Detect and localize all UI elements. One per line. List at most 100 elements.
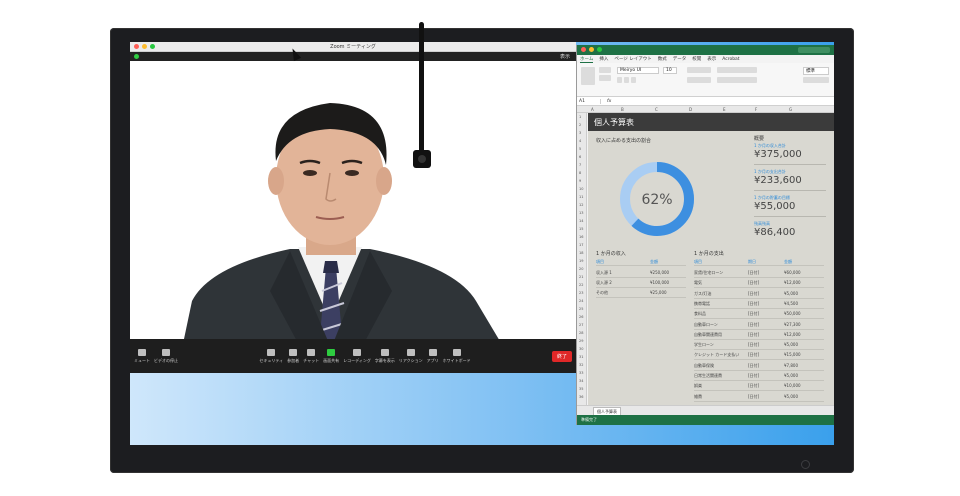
income-row-item[interactable]: 収入源 1 xyxy=(596,270,612,276)
row-header[interactable]: 5 xyxy=(579,147,581,151)
row-header[interactable]: 6 xyxy=(579,155,581,159)
excel-maximize-icon[interactable] xyxy=(597,47,602,52)
row-header[interactable]: 14 xyxy=(579,219,583,223)
column-header[interactable]: E xyxy=(723,107,726,112)
whiteboard-button[interactable]: ホワイトボード xyxy=(443,348,471,364)
expense-row-due[interactable]: [日付] xyxy=(748,342,759,348)
row-header[interactable]: 20 xyxy=(579,267,583,271)
column-header[interactable]: F xyxy=(755,107,757,112)
currency-format-icon[interactable] xyxy=(803,77,829,83)
income-row-item[interactable]: 収入源 2 xyxy=(596,280,612,286)
expense-row-amount[interactable]: ¥15,000 xyxy=(784,352,801,357)
income-row-amount[interactable]: ¥250,000 xyxy=(650,270,669,275)
italic-icon[interactable] xyxy=(624,77,629,83)
column-header[interactable]: C xyxy=(655,107,658,112)
row-header[interactable]: 8 xyxy=(579,171,581,175)
apps-button[interactable]: アプリ xyxy=(427,348,439,364)
expense-row-due[interactable]: [日付] xyxy=(748,394,759,400)
expense-row-amount[interactable]: ¥5,000 xyxy=(784,394,798,399)
view-menu-button[interactable]: 表示 xyxy=(560,53,570,60)
row-header[interactable]: 19 xyxy=(579,259,583,263)
row-header[interactable]: 2 xyxy=(579,123,581,127)
column-header[interactable]: A xyxy=(591,107,594,112)
share-screen-button[interactable]: 画面共有 xyxy=(323,348,339,364)
row-header[interactable]: 35 xyxy=(579,387,583,391)
name-box[interactable]: A1 xyxy=(577,98,601,104)
row-header[interactable]: 30 xyxy=(579,347,583,351)
expense-row-due[interactable]: [日付] xyxy=(748,270,759,276)
font-name-select[interactable]: Meiryo UI xyxy=(617,67,659,74)
row-header[interactable]: 4 xyxy=(579,139,581,143)
expense-row-item[interactable]: 自動車ローン xyxy=(694,322,718,328)
underline-icon[interactable] xyxy=(631,77,636,83)
row-header[interactable]: 34 xyxy=(579,379,583,383)
row-header[interactable]: 29 xyxy=(579,339,583,343)
ribbon-tab-page-layout[interactable]: ページ レイアウト xyxy=(614,56,651,62)
expense-row-due[interactable]: [日付] xyxy=(748,280,759,286)
ribbon-tab-data[interactable]: データ xyxy=(673,56,687,62)
expense-row-amount[interactable]: ¥27,300 xyxy=(784,322,801,327)
expense-row-amount[interactable]: ¥10,000 xyxy=(784,383,801,388)
mute-button[interactable]: ミュート xyxy=(134,348,150,364)
row-header[interactable]: 3 xyxy=(579,131,581,135)
expense-row-due[interactable]: [日付] xyxy=(748,301,759,307)
reactions-button[interactable]: リアクション xyxy=(399,348,423,364)
row-header[interactable]: 11 xyxy=(579,195,583,199)
column-header[interactable]: D xyxy=(689,107,692,112)
ribbon-tab-home[interactable]: ホーム xyxy=(580,56,594,63)
column-header[interactable]: B xyxy=(621,107,624,112)
row-header[interactable]: 24 xyxy=(579,299,583,303)
security-button[interactable]: セキュリティ xyxy=(259,348,283,364)
row-header[interactable]: 27 xyxy=(579,323,583,327)
row-header[interactable]: 25 xyxy=(579,307,583,311)
row-header[interactable]: 9 xyxy=(579,179,581,183)
participants-button[interactable]: 参加者 xyxy=(287,348,299,364)
meeting-info-shield-icon[interactable] xyxy=(134,54,139,59)
expense-row-amount[interactable]: ¥12,000 xyxy=(784,280,801,285)
expense-row-item[interactable]: クレジット カード支払い xyxy=(694,352,739,358)
expense-row-due[interactable]: [日付] xyxy=(748,352,759,358)
chat-button[interactable]: チャット xyxy=(303,348,319,364)
expense-row-due[interactable]: [日付] xyxy=(748,291,759,297)
cut-icon[interactable] xyxy=(599,67,611,73)
row-header[interactable]: 22 xyxy=(579,283,583,287)
ribbon-tab-formulas[interactable]: 数式 xyxy=(658,56,667,62)
expense-row-due[interactable]: [日付] xyxy=(748,373,759,379)
excel-search-field[interactable] xyxy=(798,47,830,53)
insert-function-icon[interactable]: fx xyxy=(601,99,611,104)
row-header[interactable]: 32 xyxy=(579,363,583,367)
row-header[interactable]: 15 xyxy=(579,227,583,231)
row-header[interactable]: 26 xyxy=(579,315,583,319)
power-button-icon[interactable] xyxy=(801,460,810,469)
captions-button[interactable]: 字幕を表示 xyxy=(375,348,395,364)
expense-row-amount[interactable]: ¥7,800 xyxy=(784,363,798,368)
expense-row-item[interactable]: ガス/灯油 xyxy=(694,291,711,297)
row-header[interactable]: 7 xyxy=(579,163,581,167)
number-format-select[interactable]: 標準 xyxy=(803,67,829,75)
row-header[interactable]: 36 xyxy=(579,395,583,399)
align-center-icon[interactable] xyxy=(687,77,711,83)
expense-row-due[interactable]: [日付] xyxy=(748,322,759,328)
ribbon-tab-acrobat[interactable]: Acrobat xyxy=(722,57,739,62)
bold-icon[interactable] xyxy=(617,77,622,83)
row-header[interactable]: 17 xyxy=(579,243,583,247)
expense-row-amount[interactable]: ¥60,000 xyxy=(784,270,801,275)
row-header[interactable]: 28 xyxy=(579,331,583,335)
expense-row-due[interactable]: [日付] xyxy=(748,311,759,317)
row-header[interactable]: 21 xyxy=(579,275,583,279)
expense-row-item[interactable]: 自動車関連費用 xyxy=(694,332,722,338)
ribbon-tab-review[interactable]: 校閲 xyxy=(692,56,701,62)
row-header[interactable]: 10 xyxy=(579,187,583,191)
expense-row-amount[interactable]: ¥50,000 xyxy=(784,311,801,316)
row-header[interactable]: 12 xyxy=(579,203,583,207)
stop-video-button[interactable]: ビデオの停止 xyxy=(154,348,178,364)
column-header[interactable]: G xyxy=(789,107,792,112)
expense-row-amount[interactable]: ¥4,500 xyxy=(784,301,798,306)
wrap-text-button[interactable] xyxy=(717,67,757,73)
ribbon-tab-insert[interactable]: 挿入 xyxy=(599,56,608,62)
income-row-amount[interactable]: ¥25,000 xyxy=(650,290,667,295)
expense-row-item[interactable]: 携帯電話 xyxy=(694,301,710,307)
expense-row-due[interactable]: [日付] xyxy=(748,332,759,338)
row-header[interactable]: 33 xyxy=(579,371,583,375)
expense-row-amount[interactable]: ¥12,000 xyxy=(784,332,801,337)
